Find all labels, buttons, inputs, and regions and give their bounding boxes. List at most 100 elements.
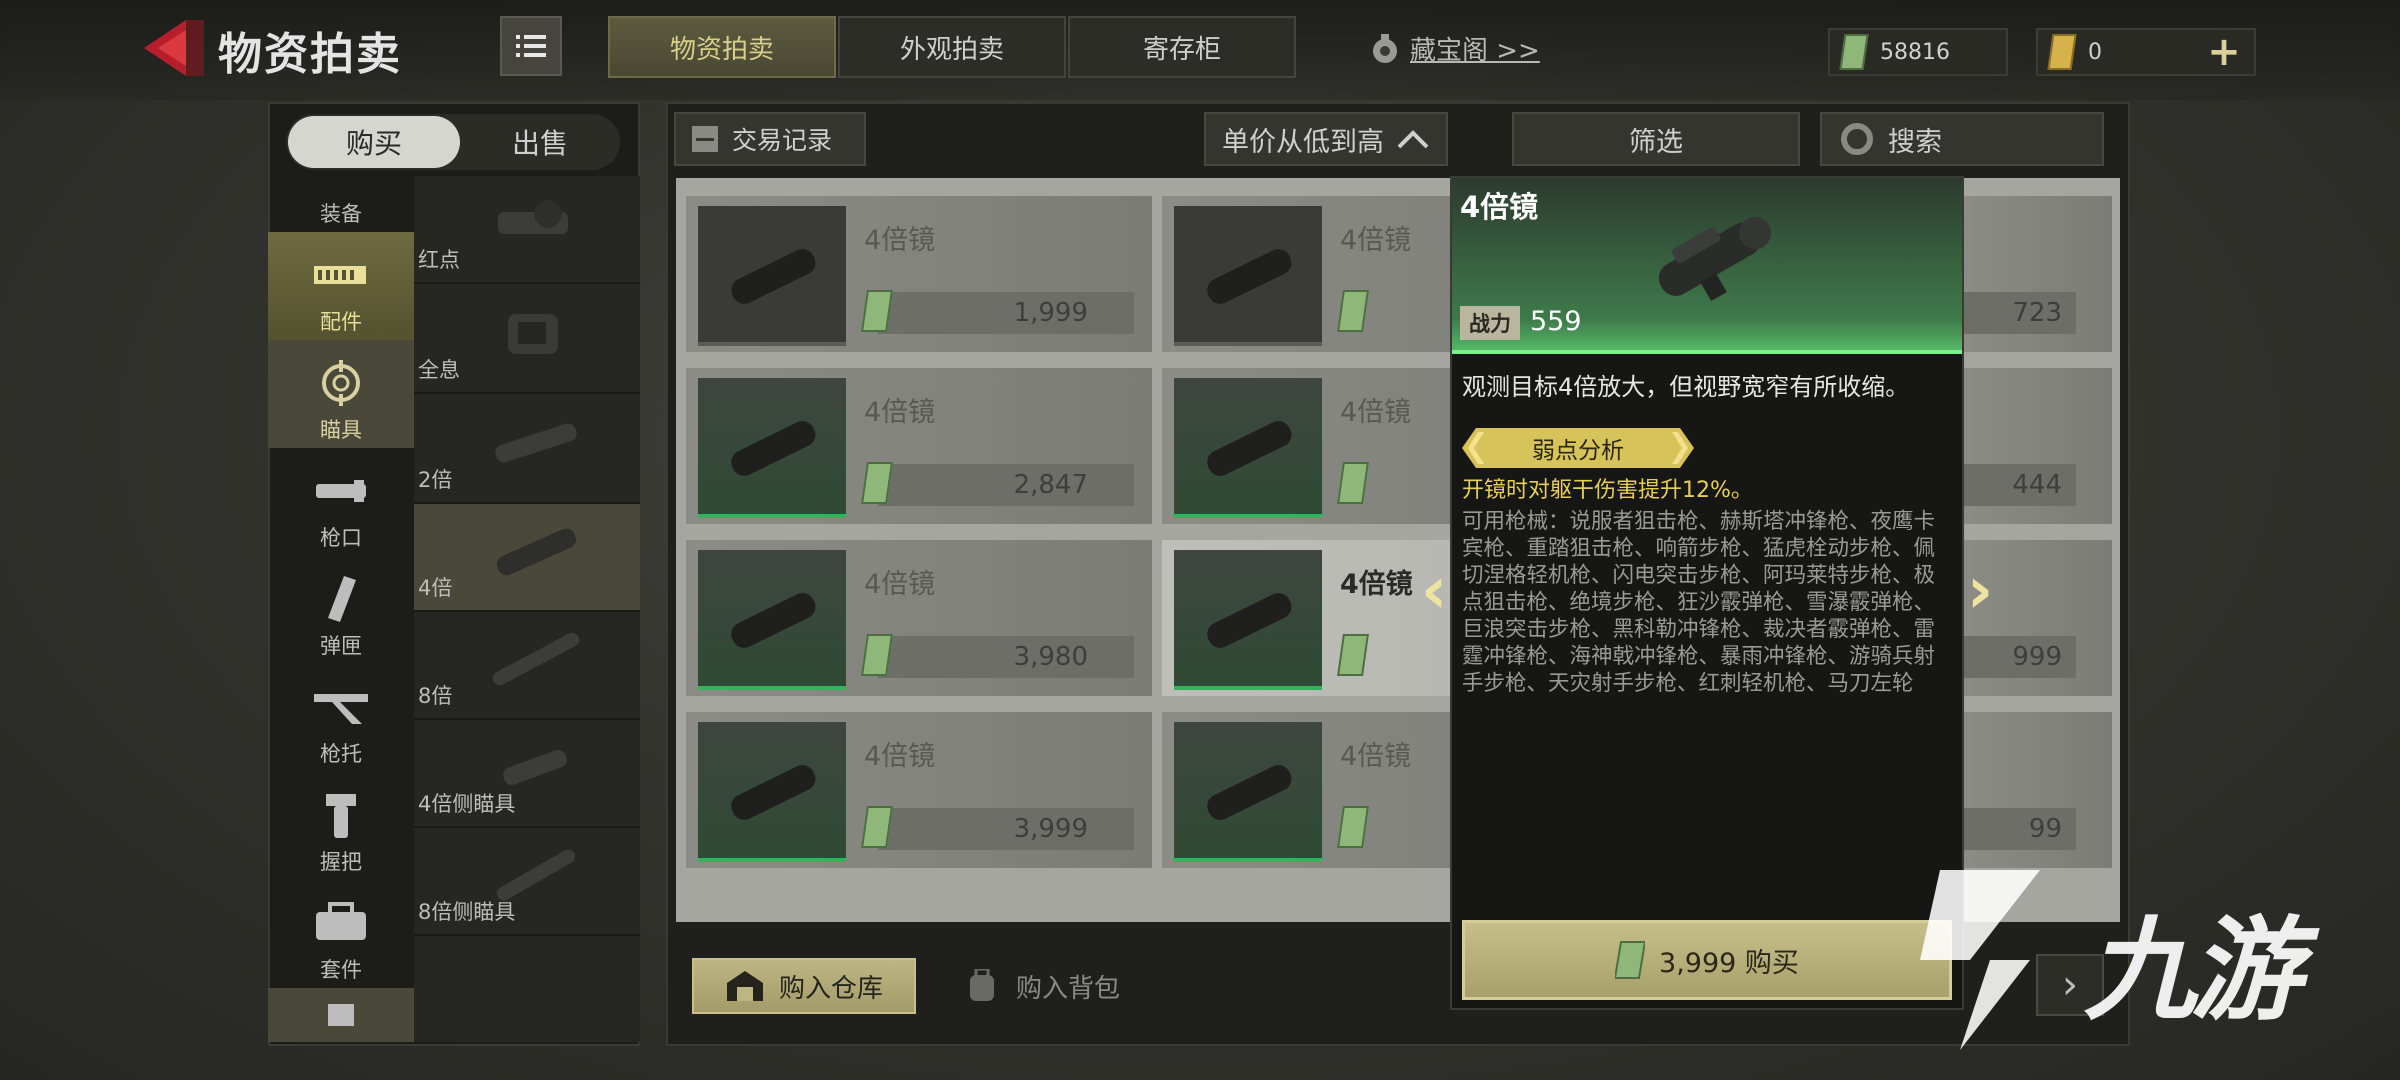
listing-card-partial[interactable]: 444 — [1964, 368, 2112, 524]
tab-appearance-auction[interactable]: 外观拍卖 — [838, 16, 1066, 78]
sell-tab[interactable]: 出售 — [462, 116, 618, 168]
store-warehouse-button[interactable]: 购入仓库 — [692, 958, 916, 1014]
more-icon — [328, 1004, 354, 1026]
currency-icon — [1337, 462, 1369, 504]
back-button[interactable] — [140, 16, 208, 80]
detail-title: 4倍镜 — [1460, 190, 1539, 224]
currency-icon — [1337, 634, 1369, 676]
subcategory-8x[interactable]: 8倍 — [414, 612, 640, 720]
listing-card[interactable]: 4倍镜 3,980 — [686, 540, 1152, 696]
search-icon — [1841, 123, 1873, 155]
sort-label: 单价从低到高 — [1222, 126, 1384, 158]
item-price: 999 — [1964, 636, 2076, 678]
crosshair-icon — [322, 360, 360, 406]
item-thumbnail — [1174, 722, 1322, 862]
magazine-icon — [328, 576, 356, 622]
subcategory-4x[interactable]: 4倍 — [414, 504, 640, 612]
category-magazine[interactable]: 弹匣 — [268, 556, 414, 664]
menu-button[interactable] — [500, 16, 562, 76]
4x-scope-icon — [1658, 217, 1772, 302]
tab-supply-auction[interactable]: 物资拍卖 — [608, 16, 836, 78]
subcategory-label: 4倍 — [418, 576, 453, 600]
subcategory-8x-side[interactable]: 8倍侧瞄具 — [414, 828, 640, 936]
weakness-description: 开镜时对躯干伤害提升12%。 — [1462, 478, 1753, 503]
4x-scope-icon — [1207, 249, 1292, 304]
currency-green: 58816 — [1828, 28, 2008, 76]
subcategory-label: 全息 — [418, 358, 460, 382]
category-attachments[interactable]: 配件 — [268, 232, 414, 340]
category-label: 配件 — [320, 310, 362, 334]
listing-card[interactable]: 4倍镜 2,847 — [686, 368, 1152, 524]
backpack-icon — [969, 969, 994, 1001]
item-thumbnail — [698, 550, 846, 690]
trade-log-button[interactable]: 交易记录 — [674, 112, 866, 166]
stock-icon — [314, 694, 368, 724]
8x-scope-icon — [492, 632, 580, 686]
treasure-icon — [1373, 33, 1397, 63]
4x-scope-icon — [1207, 765, 1292, 820]
treasure-link-label: 藏宝阁 >> — [1410, 36, 1540, 66]
buy-tab[interactable]: 购买 — [288, 116, 460, 168]
category-label: 枪口 — [320, 526, 362, 550]
muzzle-icon — [316, 480, 366, 502]
currency-gold-value: 0 — [2088, 39, 2102, 65]
tab-storage-locker[interactable]: 寄存柜 — [1068, 16, 1296, 78]
item-name: 4倍镜 — [864, 397, 936, 428]
compatible-weapons-text: 可用枪械：说服者狙击枪、赫斯塔冲锋枪、夜鹰卡宾枪、重踏狙击枪、响箭步枪、猛虎栓动… — [1462, 509, 1936, 696]
category-label: 握把 — [320, 850, 362, 874]
category-label: 装备 — [320, 202, 362, 226]
category-sights[interactable]: 瞄具 — [268, 340, 414, 448]
category-label: 枪托 — [320, 742, 362, 766]
listing-card[interactable]: 4倍镜 3,999 — [686, 712, 1152, 868]
item-thumbnail — [698, 206, 846, 346]
category-label: 套件 — [320, 958, 362, 982]
item-thumbnail — [698, 378, 846, 518]
item-price: 3,980 — [878, 636, 1134, 678]
category-equipment[interactable]: 装备 — [268, 176, 414, 232]
category-grip[interactable]: 握把 — [268, 772, 414, 880]
currency-green-value: 58816 — [1880, 39, 1950, 65]
item-price: 2,847 — [878, 464, 1134, 506]
green-currency-icon — [1615, 941, 1646, 979]
4x-scope-icon — [1207, 593, 1292, 648]
2x-scope-icon — [495, 423, 577, 463]
item-thumbnail — [1174, 378, 1322, 518]
list-menu-icon — [516, 35, 546, 57]
search-label: 搜索 — [1888, 126, 1942, 158]
subcategory-4x-side[interactable]: 4倍侧瞄具 — [414, 720, 640, 828]
category-kit[interactable]: 套件 — [268, 880, 414, 988]
treasure-pavilion-link[interactable]: 藏宝阁 >> — [1368, 30, 1540, 67]
search-button[interactable]: 搜索 — [1820, 112, 2104, 166]
subcategory-red-dot[interactable]: 红点 — [414, 176, 640, 284]
warehouse-icon — [726, 971, 763, 1001]
listing-card-partial[interactable]: 723 — [1964, 196, 2112, 352]
add-currency-button[interactable]: + — [2196, 28, 2252, 76]
4x-scope-icon — [496, 528, 576, 576]
item-price: 1,999 — [878, 292, 1134, 334]
item-name: 4倍镜 — [1340, 225, 1412, 256]
item-name: 4倍镜 — [864, 741, 936, 772]
subcategory-holographic[interactable]: 全息 — [414, 286, 640, 394]
filter-button[interactable]: 筛选 — [1512, 112, 1800, 166]
prev-item-arrow[interactable]: ‹ — [1414, 554, 1454, 628]
item-description: 观测目标4倍放大，但视野宽窄有所收缩。 — [1462, 373, 1910, 401]
store-backpack-button[interactable]: 购入背包 — [930, 958, 1152, 1014]
store-warehouse-label: 购入仓库 — [778, 973, 883, 1004]
category-stock[interactable]: 枪托 — [268, 664, 414, 772]
subcategory-2x[interactable]: 2倍 — [414, 396, 640, 504]
next-item-arrow[interactable]: › — [1960, 554, 2000, 628]
category-muzzle[interactable]: 枪口 — [268, 448, 414, 556]
4x-scope-icon — [731, 421, 816, 476]
watermark-text: 九游 — [2084, 906, 2302, 1036]
4x-scope-icon — [1207, 421, 1292, 476]
category-label: 瞄具 — [320, 418, 362, 442]
buy-button[interactable]: 3,999 购买 — [1462, 920, 1952, 1000]
subcategory-label: 8倍侧瞄具 — [418, 900, 516, 924]
sort-button[interactable]: 单价从低到高 — [1204, 112, 1448, 166]
listing-card[interactable]: 4倍镜 1,999 — [686, 196, 1152, 352]
kit-icon — [316, 902, 366, 940]
trade-log-label: 交易记录 — [732, 126, 833, 155]
item-price: 723 — [1964, 292, 2076, 334]
item-name: 4倍镜 — [1340, 569, 1413, 600]
category-more[interactable] — [268, 988, 414, 1042]
